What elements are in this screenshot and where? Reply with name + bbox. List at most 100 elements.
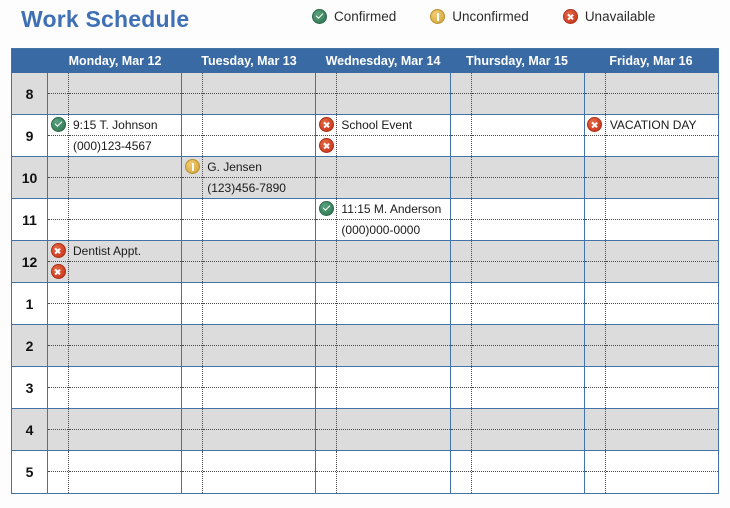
status-slot-empty	[316, 220, 336, 240]
status-slot-empty	[48, 430, 68, 450]
appointment-slot-empty	[69, 220, 181, 240]
cell-status-column	[182, 325, 204, 366]
status-slot-empty	[451, 304, 471, 324]
cell-wednesday-1[interactable]	[316, 283, 451, 324]
cell-friday-1[interactable]	[584, 283, 719, 324]
cell-friday-3[interactable]	[584, 367, 719, 408]
cell-status-column	[316, 451, 338, 493]
legend-item-confirmed: Confirmed	[312, 9, 396, 24]
appointment-text: School Event	[337, 115, 450, 136]
cell-thursday-12[interactable]	[450, 241, 585, 282]
status-slot-empty	[182, 94, 202, 114]
status-slot-empty	[451, 178, 471, 198]
status-slot-empty	[451, 388, 471, 408]
status-slot-empty	[182, 409, 203, 430]
page-header: Work Schedule Confirmed Unconfirmed Unav…	[0, 0, 730, 48]
cell-friday-11[interactable]	[584, 199, 719, 240]
cell-thursday-9[interactable]	[450, 115, 585, 156]
cell-wednesday-9[interactable]: School Event	[316, 115, 451, 156]
schedule-row-4: 4	[12, 409, 719, 451]
status-slot-empty	[585, 94, 605, 114]
status-slot-empty	[48, 94, 68, 114]
check-circle-icon	[316, 199, 337, 220]
cell-friday-9[interactable]: VACATION DAY	[584, 115, 719, 156]
cell-monday-4[interactable]	[48, 409, 183, 450]
cell-thursday-1[interactable]	[450, 283, 585, 324]
cell-tuesday-4[interactable]	[182, 409, 317, 450]
cell-tuesday-9[interactable]	[182, 115, 317, 156]
cell-tuesday-2[interactable]	[182, 325, 317, 366]
cell-text-column	[69, 451, 182, 493]
cell-wednesday-5[interactable]	[316, 451, 451, 493]
cell-status-column	[450, 409, 472, 450]
cell-tuesday-3[interactable]	[182, 367, 317, 408]
status-slot-empty	[316, 367, 337, 388]
cell-monday-11[interactable]	[48, 199, 183, 240]
cell-wednesday-10[interactable]	[316, 157, 451, 198]
cell-text-column	[203, 283, 316, 324]
cell-thursday-8[interactable]	[450, 73, 585, 114]
cell-status-column	[48, 115, 69, 156]
cell-thursday-2[interactable]	[450, 325, 585, 366]
cell-monday-9[interactable]: 9:15 T. Johnson (000)123-4567	[48, 115, 183, 156]
cell-text-column	[203, 115, 316, 156]
cell-friday-4[interactable]	[584, 409, 719, 450]
cell-tuesday-1[interactable]	[182, 283, 317, 324]
status-slot-empty	[48, 346, 68, 366]
cell-monday-5[interactable]	[48, 451, 183, 493]
appointment-slot-empty	[606, 472, 718, 493]
cell-tuesday-11[interactable]	[182, 199, 317, 240]
cell-tuesday-12[interactable]	[182, 241, 317, 282]
appointment-slot-empty	[337, 283, 450, 304]
status-slot-empty	[48, 367, 68, 388]
cell-thursday-4[interactable]	[450, 409, 585, 450]
cell-wednesday-12[interactable]	[316, 241, 451, 282]
cell-wednesday-11[interactable]: 11:15 M. Anderson (000)000-0000	[316, 199, 451, 240]
status-slot-empty	[182, 220, 202, 240]
status-slot-empty	[316, 241, 337, 262]
appointment-slot-empty	[203, 94, 315, 114]
legend-label-unconfirmed: Unconfirmed	[452, 9, 529, 24]
cell-monday-12[interactable]: Dentist Appt.	[48, 241, 183, 282]
cell-status-column	[584, 241, 606, 282]
status-slot-empty	[585, 220, 605, 240]
cell-status-column	[584, 409, 606, 450]
cell-text-column	[337, 409, 450, 450]
cell-status-column	[316, 241, 338, 282]
cell-wednesday-8[interactable]	[316, 73, 451, 114]
appointment-slot-empty	[472, 262, 584, 282]
cell-monday-3[interactable]	[48, 367, 183, 408]
cell-friday-2[interactable]	[584, 325, 719, 366]
cell-tuesday-8[interactable]	[182, 73, 317, 114]
appointment-slot-empty	[69, 157, 182, 178]
cell-wednesday-2[interactable]	[316, 325, 451, 366]
cell-wednesday-3[interactable]	[316, 367, 451, 408]
cell-status-column	[48, 241, 69, 282]
cell-monday-10[interactable]	[48, 157, 183, 198]
cell-status-column	[584, 451, 606, 493]
appointment-slot-empty	[472, 472, 584, 493]
cell-friday-12[interactable]	[584, 241, 719, 282]
cell-text-column	[337, 325, 450, 366]
appointment-slot-empty	[472, 136, 584, 156]
cell-monday-1[interactable]	[48, 283, 183, 324]
cell-tuesday-5[interactable]	[182, 451, 317, 493]
appointment-text: (000)000-0000	[341, 222, 421, 237]
cell-text-column	[605, 241, 719, 282]
cell-tuesday-10[interactable]: G. Jensen (123)456-7890	[182, 157, 317, 198]
cell-friday-8[interactable]	[584, 73, 719, 114]
cell-monday-8[interactable]	[48, 73, 183, 114]
cell-thursday-11[interactable]	[450, 199, 585, 240]
cell-thursday-10[interactable]	[450, 157, 585, 198]
cell-thursday-3[interactable]	[450, 367, 585, 408]
cell-friday-5[interactable]	[584, 451, 719, 493]
cell-wednesday-4[interactable]	[316, 409, 451, 450]
cell-text-column	[203, 73, 316, 114]
check-circle-icon	[312, 9, 327, 24]
cell-monday-2[interactable]	[48, 325, 183, 366]
cell-text-column	[337, 367, 450, 408]
cell-friday-10[interactable]	[584, 157, 719, 198]
cell-text-column	[337, 283, 450, 324]
cell-thursday-5[interactable]	[450, 451, 585, 493]
cell-status-column	[182, 115, 204, 156]
